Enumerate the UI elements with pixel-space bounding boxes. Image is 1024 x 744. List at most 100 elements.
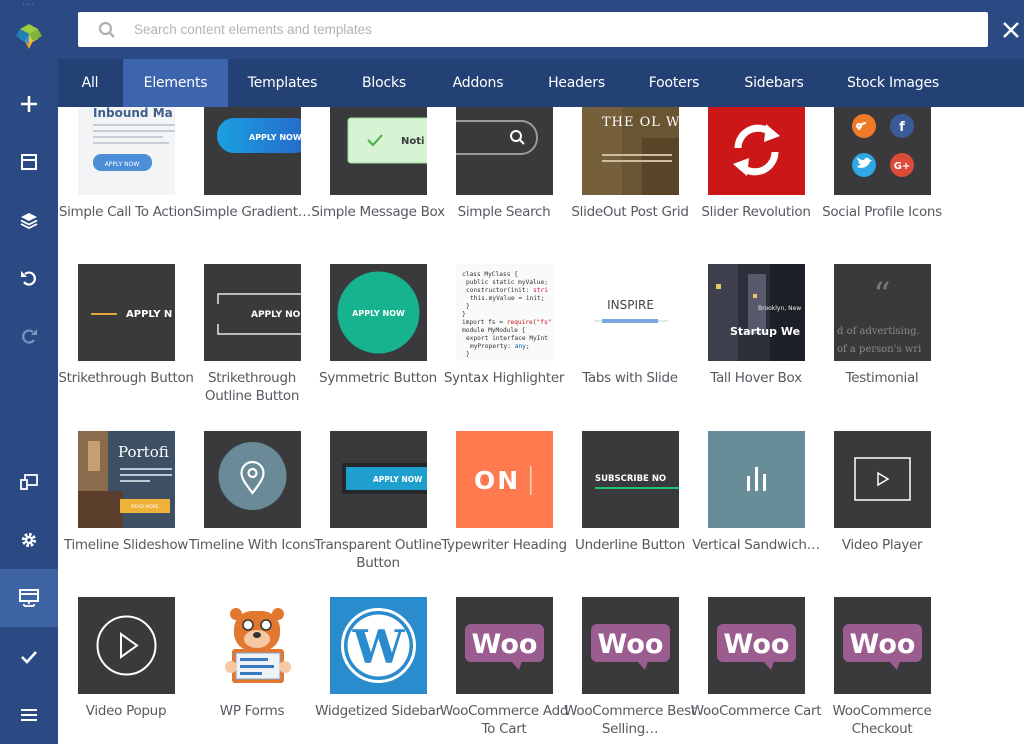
- element-thumbnail: ON: [456, 431, 553, 528]
- add-element-button[interactable]: [0, 75, 58, 133]
- element-label: SlideOut Post Grid: [571, 204, 689, 220]
- logo-icon[interactable]: [0, 14, 58, 58]
- element-label: Timeline Slideshow: [63, 537, 189, 553]
- element-thumbnail: APPLY NOW: [330, 264, 427, 361]
- element-label: Syntax Highlighter: [443, 370, 565, 386]
- tab-stock-images[interactable]: Stock Images: [838, 59, 948, 107]
- svg-text:}: }: [466, 303, 470, 310]
- element-thumbnail: class MyClass { public static myValue; c…: [456, 264, 553, 361]
- element-thumbnail: W: [330, 597, 427, 694]
- element-preview-text: ON: [474, 466, 520, 495]
- element-label: Typewriter Heading: [441, 537, 567, 553]
- element-label: Transparent Outline Button: [314, 537, 442, 571]
- element-preview-text: APPLY N: [126, 309, 172, 320]
- element-label: Strikethrough Button: [58, 370, 194, 386]
- drag-handle-icon[interactable]: ···: [22, 0, 35, 10]
- svg-text:public static myValue;: public static myValue;: [466, 279, 548, 286]
- element-label: Simple Call To Action: [58, 204, 194, 220]
- svg-text:class MyClass {: class MyClass {: [462, 271, 518, 278]
- element-label: Video Popup: [85, 703, 167, 719]
- element-preview-text: SUBSCRIBE NO: [595, 474, 666, 484]
- svg-text:f: f: [899, 120, 905, 135]
- layout-icon: [21, 154, 37, 170]
- element-label: Slider Revolution: [701, 204, 811, 220]
- element-thumbnail: Woo: [582, 597, 679, 694]
- plus-icon: [21, 96, 37, 112]
- element-label: Testimonial: [845, 370, 919, 386]
- element-preview-text: Woo: [850, 629, 916, 660]
- templates-button[interactable]: [0, 133, 58, 191]
- element-preview-text: Noti: [401, 136, 424, 147]
- svg-text:W: W: [352, 620, 406, 674]
- element-label: Widgetized Sidebar: [315, 703, 441, 719]
- element-preview-text: APPLY NOW: [352, 309, 405, 318]
- update-button[interactable]: [0, 628, 58, 686]
- close-button[interactable]: [998, 17, 1024, 43]
- element-label: Simple Message Box: [311, 204, 445, 220]
- settings-button[interactable]: [0, 511, 58, 569]
- svg-text:of a person's wri: of a person's wri: [837, 344, 921, 355]
- tab-addons[interactable]: Addons: [442, 59, 514, 107]
- element-label: Tabs with Slide: [582, 370, 678, 386]
- element-label: WP Forms: [219, 703, 285, 719]
- element-thumbnail: Woo: [834, 597, 931, 694]
- element-thumbnail: APPLY NOW: [204, 107, 301, 195]
- element-label: Symmetric Button: [319, 370, 437, 386]
- element-preview-text: APPLY NOW: [249, 133, 301, 142]
- element-thumbnail: Woo: [456, 597, 553, 694]
- tree-view-button[interactable]: [0, 191, 58, 249]
- more-menu-button[interactable]: [0, 686, 58, 744]
- panel-header: [58, 0, 1024, 59]
- element-preview-text: APPLY NO: [251, 310, 301, 320]
- element-preview-text: Inbound Ma: [93, 107, 173, 120]
- undo-button[interactable]: [0, 249, 58, 307]
- tab-templates[interactable]: Templates: [240, 59, 325, 107]
- svg-text:}: }: [466, 351, 470, 358]
- tab-headers[interactable]: Headers: [538, 59, 615, 107]
- element-thumbnail: [708, 107, 805, 195]
- devices-icon: [20, 474, 38, 490]
- element-label: Tall Hover Box: [710, 370, 802, 386]
- search-box: [78, 12, 988, 47]
- svg-text:“: “: [873, 275, 890, 315]
- check-icon: [21, 651, 37, 664]
- svg-text:Brooklyn, New: Brooklyn, New: [758, 305, 801, 312]
- element-preview-text: INSPIRE: [607, 298, 654, 312]
- element-preview-text: Woo: [472, 629, 538, 660]
- element-thumbnail: APPLY N: [78, 264, 175, 361]
- tab-all[interactable]: All: [68, 59, 112, 107]
- element-thumbnail: [204, 597, 301, 694]
- element-label: WooCommerce Checkout: [832, 703, 932, 737]
- element-preview-text: THE OL WEST N: [602, 115, 679, 130]
- svg-text:myProperty: any;: myProperty: any;: [470, 343, 530, 350]
- tab-elements[interactable]: Elements: [123, 59, 228, 107]
- elements-grid: Inbound Ma APPLY NOW Simple Call To Acti…: [58, 107, 1024, 744]
- tab-blocks[interactable]: Blocks: [348, 59, 420, 107]
- element-label: Simple Search: [457, 204, 551, 220]
- element-label: Timeline With Icons: [188, 537, 316, 553]
- element-preview-text: Portofi: [118, 443, 169, 461]
- frontend-editor-button[interactable]: [0, 569, 58, 627]
- element-thumbnail: f G+: [834, 107, 931, 195]
- element-thumbnail: [456, 107, 553, 195]
- svg-text:d of advertising.: d of advertising.: [837, 326, 920, 337]
- menu-icon: [21, 709, 37, 721]
- element-preview-text: Woo: [598, 629, 664, 660]
- element-label: Underline Button: [575, 537, 685, 553]
- element-label: Social Profile Icons: [822, 204, 942, 220]
- element-thumbnail: [78, 597, 175, 694]
- element-label: Video Player: [841, 537, 923, 553]
- svg-text:module MyModule {: module MyModule {: [462, 327, 526, 334]
- element-label: WooCommerce Add To Cart: [439, 703, 569, 737]
- element-thumbnail: [834, 431, 931, 528]
- tab-sidebars[interactable]: Sidebars: [734, 59, 814, 107]
- element-preview-text: Startup We: [730, 325, 800, 338]
- undo-icon: [21, 271, 36, 286]
- frontend-editor-icon: [19, 589, 39, 607]
- redo-button[interactable]: [0, 307, 58, 365]
- element-label: Simple Gradient…: [193, 204, 311, 220]
- search-input[interactable]: [134, 12, 974, 47]
- element-thumbnail: [708, 431, 805, 528]
- tab-footers[interactable]: Footers: [638, 59, 710, 107]
- responsive-view-button[interactable]: [0, 453, 58, 511]
